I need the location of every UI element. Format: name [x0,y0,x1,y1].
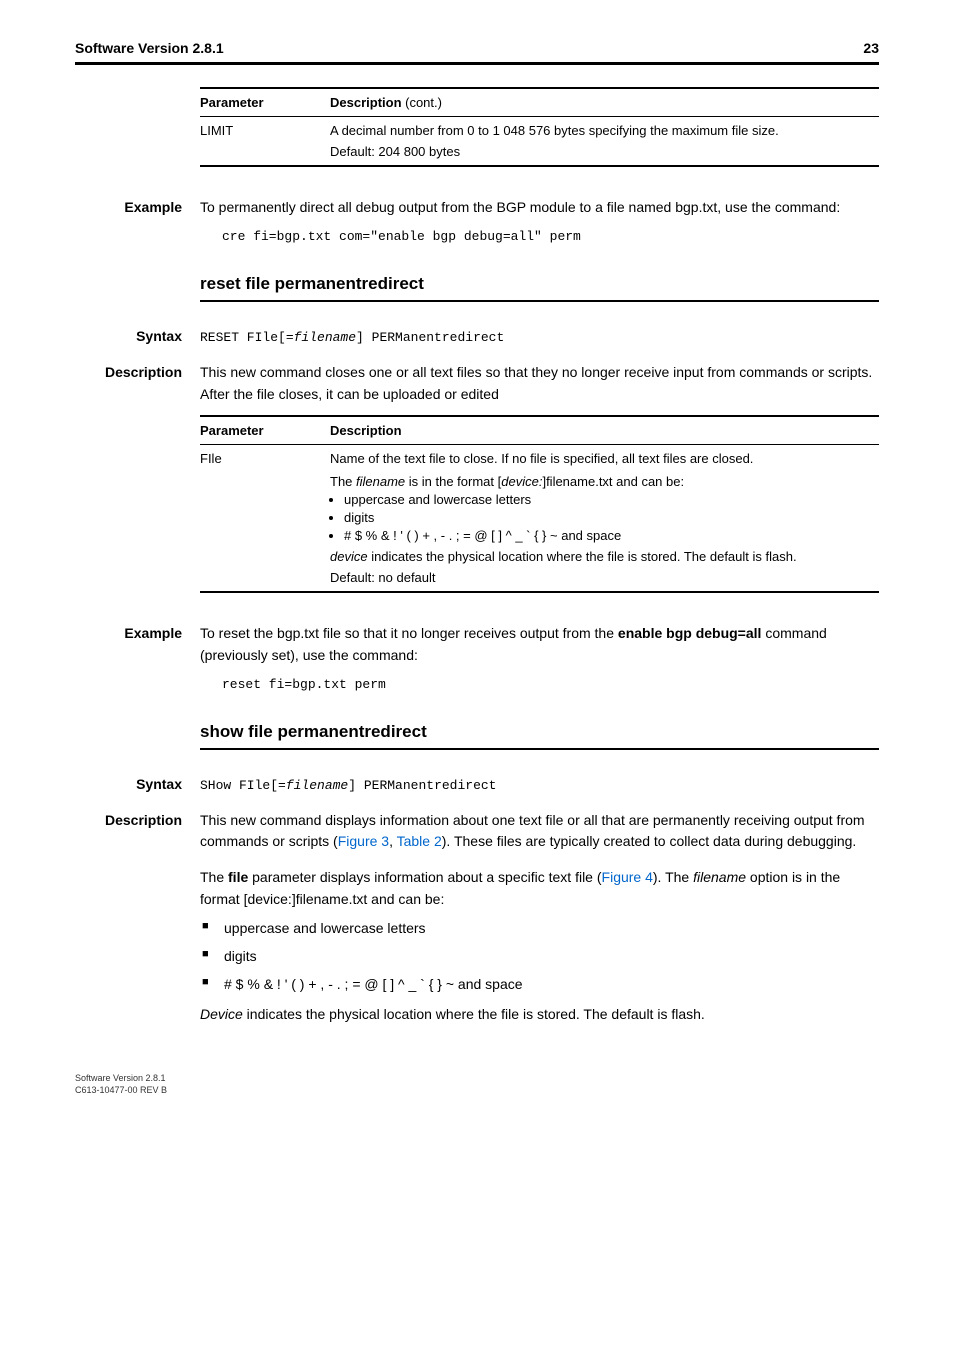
cell-limit: LIMIT [200,117,330,166]
th-description-2: Description [330,416,879,445]
section-title-reset: reset file permanentredirect [200,274,879,294]
page-footer: Software Version 2.8.1 C613-10477-00 REV… [75,1073,879,1096]
example-label: Example [75,197,200,219]
description-label: Description [75,362,200,405]
list-item: uppercase and lowercase letters [344,492,879,507]
description-row-1: Description This new command closes one … [200,362,879,405]
syntax-label: Syntax [75,326,200,348]
syntax-code: RESET FIle[=filename] PERManentredirect [200,330,504,345]
header-left: Software Version 2.8.1 [75,40,224,56]
description-row-2: Description This new command displays in… [200,810,879,1026]
param-table-limit: Parameter Description (cont.) LIMIT A de… [200,87,879,167]
cell-file: FIle [200,445,330,592]
param-table-file: Parameter Description FIle Name of the t… [200,415,879,593]
section-rule [200,300,879,302]
list-item: digits [202,946,879,968]
list-item: # $ % & ! ' ( ) + , - . ; = @ [ ] ^ _ ` … [202,974,879,996]
example-block-1: Example To permanently direct all debug … [200,197,879,219]
section-title-show: show file permanentredirect [200,722,879,742]
code-example-2: reset fi=bgp.txt perm [222,677,879,692]
syntax-row-2: Syntax SHow FIle[=filename] PERManentred… [200,774,879,796]
list-item: digits [344,510,879,525]
running-head: Software Version 2.8.1 23 [75,40,879,56]
cell-limit-desc: A decimal number from 0 to 1 048 576 byt… [330,117,879,166]
code-example-1: cre fi=bgp.txt com="enable bgp debug=all… [222,229,879,244]
list-item: uppercase and lowercase letters [202,918,879,940]
example-text-2: To reset the bgp.txt file so that it no … [200,623,879,666]
description-label-2: Description [75,810,200,1026]
example-text: To permanently direct all debug output f… [200,197,879,219]
cell-file-desc: Name of the text file to close. If no fi… [330,445,879,592]
example-label-2: Example [75,623,200,666]
description-text-2: This new command displays information ab… [200,810,879,1026]
list-item: # $ % & ! ' ( ) + , - . ; = @ [ ] ^ _ ` … [344,528,879,543]
syntax-row-1: Syntax RESET FIle[=filename] PERManentre… [200,326,879,348]
th-parameter-2: Parameter [200,416,330,445]
example-block-2: Example To reset the bgp.txt file so tha… [200,623,879,666]
syntax-label-2: Syntax [75,774,200,796]
section-rule-2 [200,748,879,750]
description-text: This new command closes one or all text … [200,362,879,405]
th-description: Description (cont.) [330,88,879,117]
th-parameter: Parameter [200,88,330,117]
header-rule [75,62,879,65]
header-right: 23 [863,40,879,56]
syntax-code-2: SHow FIle[=filename] PERManentredirect [200,778,496,793]
